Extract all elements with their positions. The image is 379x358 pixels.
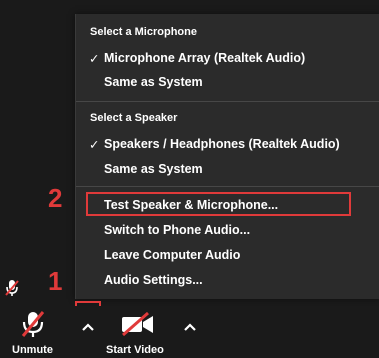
video-options-caret-icon[interactable] [182, 320, 198, 338]
unmute-label: Unmute [12, 344, 53, 356]
start-video-button[interactable]: Start Video [104, 306, 178, 358]
menu-item-audio-settings[interactable]: Audio Settings... [104, 273, 203, 287]
audio-options-caret-icon[interactable] [80, 320, 96, 338]
unmute-button[interactable]: Unmute [0, 306, 66, 358]
muted-microphone-icon [20, 310, 46, 343]
menu-item-speaker-same-as-system[interactable]: Same as System [104, 162, 203, 176]
menu-divider [76, 186, 379, 187]
audio-options-menu: Select a Microphone ✓ Microphone Array (… [75, 14, 379, 299]
microphone-section-heading: Select a Microphone [90, 26, 197, 38]
menu-item-microphone-same-as-system[interactable]: Same as System [104, 75, 203, 89]
microphone-selected-check-icon: ✓ [89, 52, 100, 66]
video-off-icon [120, 311, 156, 341]
step-2-number: 2 [48, 183, 63, 213]
menu-divider [76, 101, 379, 102]
step-1-number: 1 [48, 266, 63, 296]
speaker-selected-check-icon: ✓ [89, 138, 100, 152]
speaker-section-heading: Select a Speaker [90, 112, 178, 124]
start-video-label: Start Video [106, 344, 164, 356]
meeting-toolbar: Unmute Start Video [0, 306, 379, 358]
menu-item-leave-computer-audio[interactable]: Leave Computer Audio [104, 248, 240, 262]
menu-item-microphone-array[interactable]: Microphone Array (Realtek Audio) [104, 51, 305, 65]
partial-muted-mic-icon [4, 279, 20, 302]
zoom-audio-menu-screenshot: Select a Microphone ✓ Microphone Array (… [0, 0, 379, 358]
menu-item-switch-to-phone-audio[interactable]: Switch to Phone Audio... [104, 223, 250, 237]
step-2-highlight-box [86, 192, 351, 216]
menu-item-speakers-headphones[interactable]: Speakers / Headphones (Realtek Audio) [104, 137, 340, 151]
